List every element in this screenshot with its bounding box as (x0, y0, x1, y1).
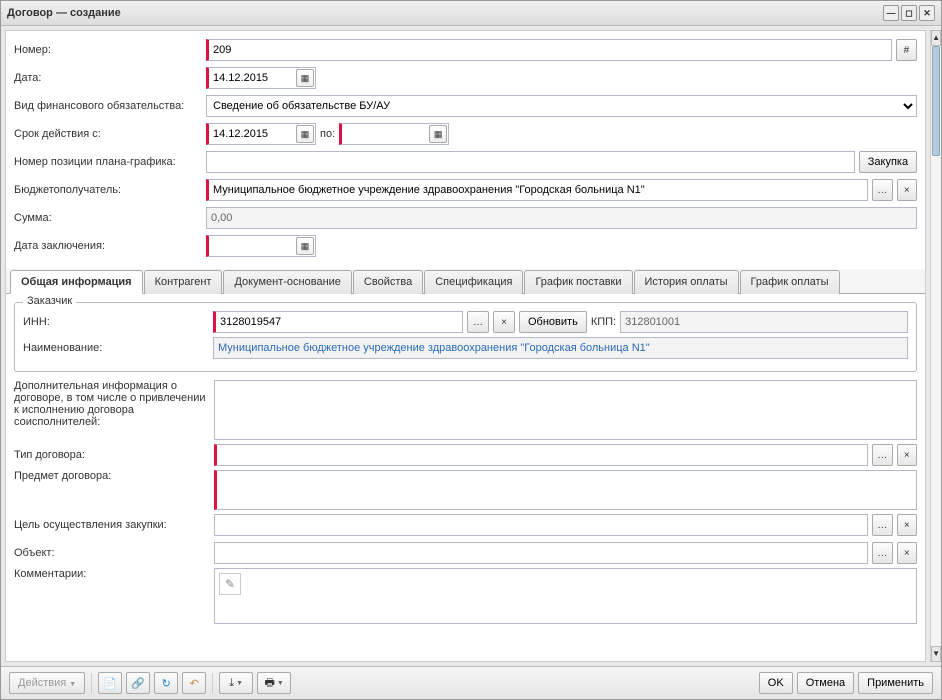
calendar-icon[interactable]: ▦ (296, 125, 314, 143)
conclusion-date-label: Дата заключения: (14, 240, 206, 252)
calendar-icon[interactable]: ▦ (296, 237, 314, 255)
tab-counterparty[interactable]: Контрагент (144, 270, 223, 294)
purpose-lookup-icon[interactable]: … (872, 514, 893, 536)
tab-payment-schedule[interactable]: График оплаты (740, 270, 840, 294)
valid-from-label: Срок действия с: (14, 128, 206, 140)
tab-delivery-schedule[interactable]: График поставки (524, 270, 632, 294)
date-label: Дата: (14, 72, 206, 84)
subject-label: Предмет договора: (14, 470, 214, 482)
edit-comments-icon[interactable]: ✎ (219, 573, 241, 595)
scroll-down-icon[interactable]: ▼ (931, 646, 941, 662)
tab-general[interactable]: Общая информация (10, 270, 143, 294)
recipient-lookup-icon[interactable]: … (872, 179, 893, 201)
calendar-icon[interactable]: ▦ (429, 125, 447, 143)
obligation-type-select[interactable]: Сведение об обязательстве БУ/АУ (206, 95, 917, 117)
refresh-button[interactable]: Обновить (519, 311, 587, 333)
actions-button[interactable]: Действия ▼ (9, 672, 85, 694)
to-label: по: (320, 128, 335, 140)
comments-label: Комментарии: (14, 568, 214, 580)
number-generate-icon[interactable]: # (896, 39, 917, 61)
number-label: Номер: (14, 44, 206, 56)
cancel-button[interactable]: Отмена (797, 672, 854, 694)
tab-specification[interactable]: Спецификация (424, 270, 523, 294)
kpp-label: КПП: (591, 316, 616, 328)
customer-name-label: Наименование: (23, 342, 209, 354)
plan-position-input[interactable] (206, 151, 855, 173)
customer-name-input (213, 337, 908, 359)
purpose-clear-icon[interactable]: × (897, 514, 918, 536)
number-input[interactable] (206, 39, 892, 61)
tab-payment-history[interactable]: История оплаты (634, 270, 739, 294)
scroll-thumb[interactable] (932, 46, 940, 156)
plan-position-label: Номер позиции плана-графика: (14, 156, 206, 168)
recipient-clear-icon[interactable]: × (897, 179, 918, 201)
inn-label: ИНН: (23, 316, 209, 328)
subject-textarea[interactable] (214, 470, 917, 510)
contract-type-input[interactable] (214, 444, 868, 466)
ok-button[interactable]: OK (759, 672, 793, 694)
contract-type-clear-icon[interactable]: × (897, 444, 918, 466)
kpp-input (620, 311, 908, 333)
object-input[interactable] (214, 542, 868, 564)
purchase-button[interactable]: Закупка (859, 151, 917, 173)
form-area: Номер: # Дата: ▦ Вид (5, 30, 926, 662)
object-lookup-icon[interactable]: … (872, 542, 893, 564)
purpose-label: Цель осуществления закупки: (14, 519, 214, 531)
extra-info-textarea[interactable] (214, 380, 917, 440)
recipient-input[interactable] (206, 179, 868, 201)
object-label: Объект: (14, 547, 214, 559)
toolbar-copy-icon[interactable]: 📄 (98, 672, 122, 694)
toolbar-refresh-icon[interactable]: ↻ (154, 672, 178, 694)
inn-lookup-icon[interactable]: … (467, 311, 489, 333)
inn-clear-icon[interactable]: × (493, 311, 515, 333)
close-icon[interactable]: ✕ (919, 5, 935, 21)
contract-type-lookup-icon[interactable]: … (872, 444, 893, 466)
contract-type-label: Тип договора: (14, 449, 214, 461)
inn-input[interactable] (213, 311, 463, 333)
customer-fieldset: Заказчик ИНН: … × Обновить КПП: Наимено (14, 302, 917, 372)
footer-toolbar: Действия ▼ 📄 🔗 ↻ ↶ ⤓▼ 🖶▼ OK Отмена Приме… (1, 666, 941, 699)
tab-properties[interactable]: Свойства (353, 270, 423, 294)
purpose-input[interactable] (214, 514, 868, 536)
object-clear-icon[interactable]: × (897, 542, 918, 564)
tabs: Общая информация Контрагент Документ-осн… (6, 269, 925, 294)
tab-panel-general: Заказчик ИНН: … × Обновить КПП: Наимено (6, 294, 925, 661)
dialog-window: Договор — создание — ◻ ✕ Номер: # Дата: (0, 0, 942, 700)
titlebar: Договор — создание — ◻ ✕ (1, 1, 941, 26)
window-title: Договор — создание (7, 7, 121, 19)
obligation-type-label: Вид финансового обязательства: (14, 100, 206, 112)
scroll-up-icon[interactable]: ▲ (931, 30, 941, 46)
apply-button[interactable]: Применить (858, 672, 933, 694)
recipient-label: Бюджетополучатель: (14, 184, 206, 196)
minimize-icon[interactable]: — (883, 5, 899, 21)
vertical-scrollbar[interactable]: ▲ ▼ (930, 30, 941, 662)
sum-label: Сумма: (14, 212, 206, 224)
customer-legend: Заказчик (23, 295, 76, 307)
calendar-icon[interactable]: ▦ (296, 69, 314, 87)
toolbar-link-icon[interactable]: 🔗 (126, 672, 150, 694)
maximize-icon[interactable]: ◻ (901, 5, 917, 21)
toolbar-export-icon[interactable]: ⤓▼ (219, 672, 253, 694)
sum-input (206, 207, 917, 229)
extra-info-label: Дополнительная информация о договоре, в … (14, 380, 214, 428)
toolbar-print-icon[interactable]: 🖶▼ (257, 672, 291, 694)
tab-basis-document[interactable]: Документ-основание (223, 270, 351, 294)
toolbar-undo-icon[interactable]: ↶ (182, 672, 206, 694)
